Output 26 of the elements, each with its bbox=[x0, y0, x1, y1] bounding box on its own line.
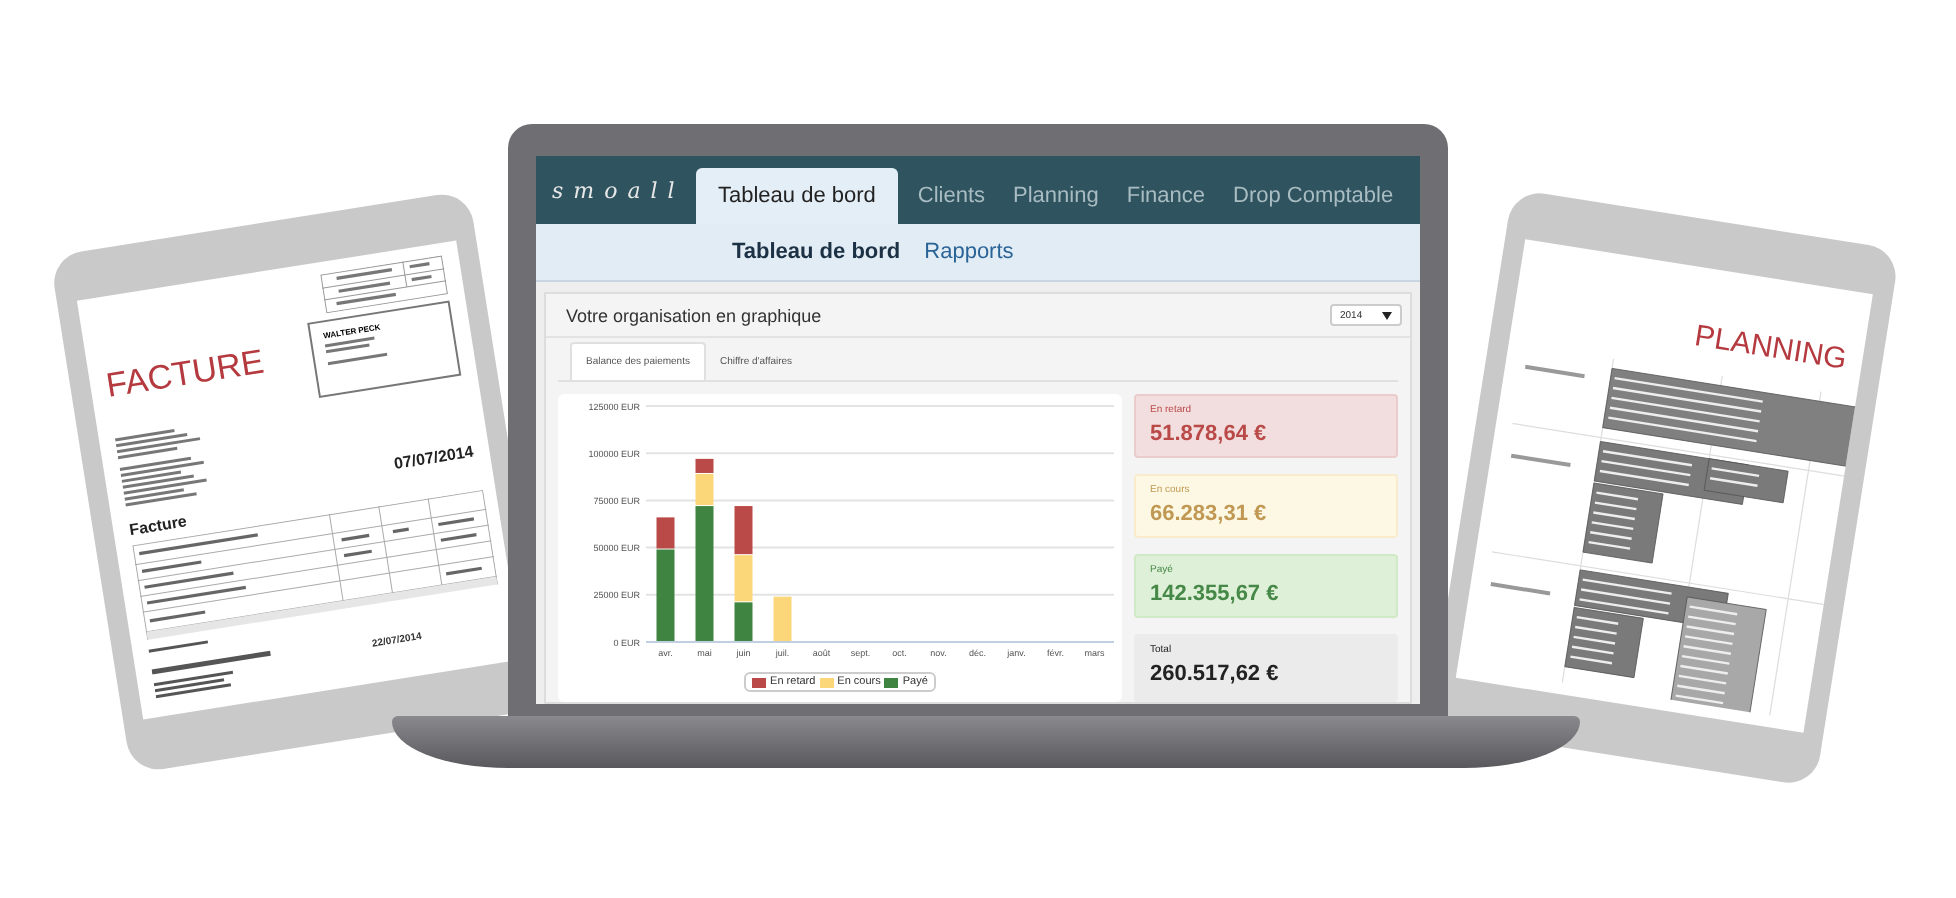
nav-tab[interactable]: Drop Comptable bbox=[1219, 168, 1408, 224]
bar bbox=[734, 602, 753, 641]
nav-tab[interactable]: Clients bbox=[903, 168, 1000, 224]
legend-swatch bbox=[752, 677, 767, 687]
nav-tab[interactable]: Planning bbox=[999, 168, 1113, 224]
invoice-title: Facture bbox=[128, 510, 190, 540]
card-value: 51.878,64 € bbox=[1150, 422, 1269, 446]
nav-tab[interactable]: Tableau de bord bbox=[696, 168, 898, 224]
card-value: 260.517,62 € bbox=[1150, 662, 1281, 686]
legend-swatch bbox=[819, 677, 834, 687]
sub-tab[interactable]: Tableau de bord bbox=[732, 240, 901, 264]
sub-tab[interactable]: Rapports bbox=[924, 240, 1014, 264]
card-value: 66.283,31 € bbox=[1150, 502, 1269, 526]
legend-swatch bbox=[884, 677, 899, 687]
caret-icon bbox=[1382, 311, 1392, 319]
reference-table bbox=[319, 254, 449, 314]
invoice-date: 07/07/2014 bbox=[392, 442, 475, 473]
bar bbox=[734, 555, 753, 602]
bar bbox=[734, 506, 753, 555]
bar bbox=[773, 596, 792, 641]
nav-tab[interactable]: Finance bbox=[1112, 168, 1219, 224]
planning-heading: PLANNING bbox=[1692, 319, 1849, 377]
logo: smoall bbox=[550, 177, 687, 203]
card-value: 142.355,67 € bbox=[1150, 582, 1281, 606]
invoice-heading: FACTURE bbox=[103, 342, 267, 407]
panel-title: Votre organisation en graphique bbox=[566, 305, 822, 325]
